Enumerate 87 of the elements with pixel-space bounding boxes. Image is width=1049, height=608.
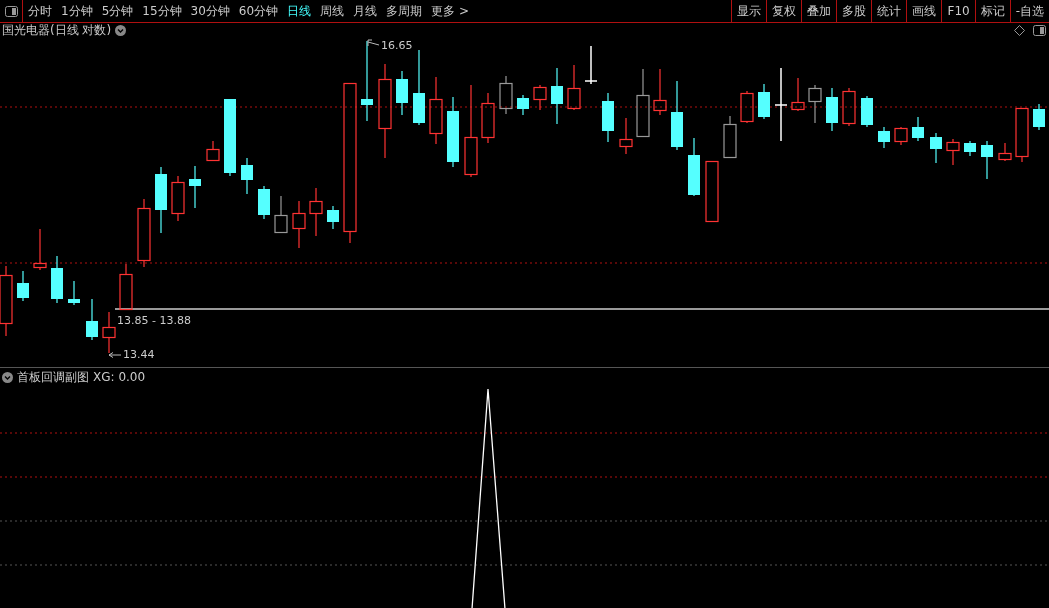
candlestick [981, 140, 993, 180]
candlestick [119, 263, 133, 311]
chevron-down-icon[interactable] [115, 24, 127, 36]
toolbar-button[interactable]: 统计 [871, 0, 907, 22]
candlestick [429, 76, 443, 145]
candlestick [292, 200, 306, 249]
candlestick [705, 160, 719, 223]
candlestick [671, 80, 683, 151]
diamond-icon[interactable] [1014, 24, 1025, 36]
candlestick [327, 205, 339, 230]
candlestick [636, 68, 650, 138]
candlestick [808, 84, 822, 124]
toolbar-button[interactable]: 多股 [836, 0, 872, 22]
period-tab[interactable]: 多周期 [386, 2, 423, 20]
panel-toggle-icon[interactable] [4, 5, 18, 17]
candlestick [206, 140, 220, 162]
candlestick [964, 140, 976, 157]
candlestick [688, 137, 700, 197]
candlestick [189, 165, 201, 209]
candlestick [826, 87, 838, 132]
high-price-label: 16.65 [381, 40, 413, 52]
candlestick [602, 92, 614, 143]
toolbar-button[interactable]: F10 [941, 0, 975, 22]
candlestick [396, 70, 408, 116]
candlestick [51, 255, 63, 304]
period-tab[interactable]: 5分钟 [101, 2, 134, 20]
period-tab[interactable]: 1分钟 [61, 2, 93, 20]
candlestick [894, 126, 908, 146]
period-tab[interactable]: 日线 [287, 2, 312, 20]
arrow-icon [108, 352, 122, 358]
period-tab[interactable]: 15分钟 [142, 2, 182, 20]
low-price-label: 13.44 [123, 349, 155, 361]
candlestick [0, 265, 13, 337]
chevron-down-icon[interactable] [2, 371, 13, 383]
candlestick [258, 185, 270, 220]
candlestick [723, 115, 737, 159]
candlestick [912, 116, 924, 142]
candlestick [878, 126, 890, 149]
candlestick [1015, 107, 1029, 163]
candlestick [309, 187, 323, 237]
candlestick [533, 84, 547, 111]
candlestick [842, 87, 856, 127]
candlestick [567, 64, 581, 111]
candlestick [740, 90, 754, 124]
candlestick [447, 96, 459, 168]
chart-title: 国光电器(日线 对数) [2, 21, 112, 39]
candlestick [86, 298, 98, 341]
indicator-title: 首板回调副图 [17, 368, 89, 386]
candlestick [274, 195, 288, 234]
candlestick [791, 77, 805, 112]
candlestick [551, 67, 563, 125]
toolbar-button[interactable]: 画线 [906, 0, 942, 22]
candlestick [17, 270, 29, 302]
period-tab[interactable]: 月线 [353, 2, 378, 20]
period-tab[interactable]: 60分钟 [238, 2, 279, 20]
candlestick [481, 92, 495, 144]
panel-toggle-icon[interactable] [1033, 24, 1046, 36]
candlestick [584, 45, 598, 85]
candlestick [33, 228, 47, 271]
candlestick [758, 83, 770, 120]
indicator-value: XG: 0.00 [93, 370, 146, 384]
toolbar-button[interactable]: -自选 [1009, 0, 1049, 22]
candlestick [946, 138, 960, 166]
candlestick [241, 157, 253, 195]
period-tab[interactable]: 30分钟 [190, 2, 230, 20]
candlestick [499, 75, 513, 115]
candlestick [1033, 103, 1045, 131]
toolbar-button[interactable]: 复权 [766, 0, 802, 22]
candlestick [137, 198, 151, 268]
candlestick [861, 95, 873, 128]
toolbar-button[interactable]: 叠加 [801, 0, 837, 22]
arrow-icon [367, 39, 380, 47]
period-tab[interactable]: 周线 [320, 2, 345, 20]
toolbar-button[interactable]: 显示 [731, 0, 767, 22]
candlestick [68, 280, 80, 306]
period-tab[interactable]: 分时 [28, 2, 52, 20]
toolbar-button[interactable]: 标记 [974, 0, 1010, 22]
price-range-label: 13.85 - 13.88 [117, 315, 191, 327]
candlestick [930, 132, 942, 164]
candlestick [102, 311, 116, 354]
candlestick [998, 142, 1012, 162]
candlestick [619, 117, 633, 155]
period-tab[interactable]: 更多 > [431, 2, 469, 20]
candlestick [517, 94, 529, 116]
candlestick [155, 166, 167, 234]
candlestick [171, 175, 185, 222]
candlestick [653, 68, 667, 116]
